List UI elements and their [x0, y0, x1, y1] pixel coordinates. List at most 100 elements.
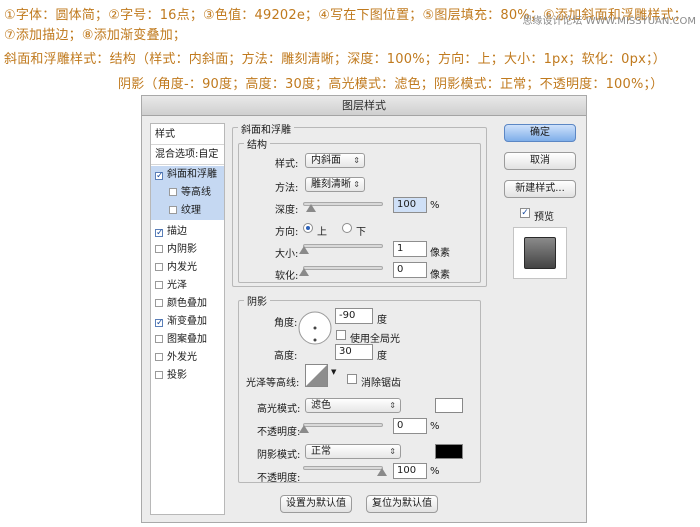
instruction-line-2: ⑦添加描边；⑧添加渐变叠加；	[4, 28, 187, 43]
highlight-opacity-input[interactable]: 0	[393, 418, 427, 434]
checkbox-icon[interactable]	[155, 245, 163, 253]
bevel-group-title: 斜面和浮雕	[238, 121, 294, 136]
style-item-stroke[interactable]: ✓ 描边	[151, 223, 224, 241]
shadow-opacity-unit: %	[430, 466, 440, 477]
shading-group-title: 阴影	[244, 293, 270, 308]
shadow-mode-label: 阴影模式:	[257, 450, 301, 461]
dialog-title: 图层样式	[142, 96, 586, 116]
altitude-label: 高度:	[274, 351, 298, 362]
style-preview	[513, 227, 567, 279]
shadow-opacity-label: 不透明度:	[257, 473, 301, 484]
style-item-outer-glow[interactable]: 外发光	[151, 349, 224, 367]
checkbox-icon[interactable]	[155, 263, 163, 271]
highlight-opacity-slider[interactable]	[303, 423, 383, 427]
gloss-contour-label: 光泽等高线:	[246, 378, 300, 389]
checkbox-icon[interactable]	[155, 371, 163, 379]
direction-up-label: 上	[317, 227, 327, 238]
depth-label: 深度:	[275, 205, 299, 216]
antialias-label: 消除锯齿	[361, 378, 401, 389]
style-select[interactable]: 内斜面 ⇕	[305, 153, 365, 168]
soften-label: 软化:	[275, 271, 299, 282]
preview-label: 预览	[534, 212, 554, 223]
direction-down-radio[interactable]	[342, 223, 352, 233]
global-light-label: 使用全局光	[350, 334, 400, 345]
soften-input[interactable]: 0	[393, 262, 427, 278]
size-input[interactable]: 1	[393, 241, 427, 257]
style-item-contour[interactable]: 等高线	[151, 184, 224, 202]
highlight-mode-label: 高光模式:	[257, 404, 301, 415]
style-item-inner-shadow[interactable]: 内阴影	[151, 241, 224, 259]
layer-style-dialog: 图层样式 样式 混合选项:自定 ✓ 斜面和浮雕 等高线 纹理 ✓ 描边 内阴影 内发…	[141, 95, 587, 523]
style-item-inner-glow[interactable]: 内发光	[151, 259, 224, 277]
shadow-opacity-slider[interactable]	[303, 466, 383, 470]
shadow-opacity-input[interactable]: 100	[393, 463, 427, 479]
direction-down-label: 下	[356, 227, 366, 238]
new-style-button[interactable]: 新建样式...	[504, 180, 576, 198]
preview-checkbox[interactable]: ✓	[520, 208, 530, 218]
direction-up-radio[interactable]	[303, 223, 313, 233]
checkbox-icon[interactable]: ✓	[155, 172, 164, 181]
highlight-opacity-label: 不透明度:	[257, 427, 301, 438]
updown-icon: ⇕	[389, 447, 396, 456]
angle-dial-icon[interactable]	[297, 310, 333, 346]
checkbox-icon[interactable]	[155, 353, 163, 361]
checkbox-icon[interactable]: ✓	[155, 229, 164, 238]
checkbox-icon[interactable]	[155, 335, 163, 343]
style-item-gradient-overlay[interactable]: ✓ 渐变叠加	[151, 313, 224, 331]
highlight-color-swatch[interactable]	[435, 398, 463, 413]
size-slider-knob[interactable]	[299, 246, 309, 254]
style-item-drop-shadow[interactable]: 投影	[151, 367, 224, 385]
instruction-line-4: 阴影（角度-：90度；高度：30度；高光模式：滤色；阴影模式：正常；不透明度：1…	[118, 77, 664, 92]
depth-input[interactable]: 100	[393, 197, 427, 213]
style-label: 样式:	[275, 159, 299, 170]
blend-options-item[interactable]: 混合选项:自定	[151, 146, 224, 164]
style-item-bevel[interactable]: ✓ 斜面和浮雕	[151, 166, 224, 184]
highlight-opacity-knob[interactable]	[299, 425, 309, 433]
angle-label: 角度:	[274, 318, 298, 329]
styles-list: 样式 混合选项:自定 ✓ 斜面和浮雕 等高线 纹理 ✓ 描边 内阴影 内发光 光泽 …	[150, 123, 225, 515]
soften-slider-knob[interactable]	[299, 268, 309, 276]
cancel-button[interactable]: 取消	[504, 152, 576, 170]
direction-label: 方向:	[275, 227, 299, 238]
global-light-checkbox[interactable]	[336, 330, 346, 340]
angle-unit: 度	[377, 315, 387, 326]
antialias-checkbox[interactable]	[347, 374, 357, 384]
highlight-mode-select[interactable]: 滤色 ⇕	[305, 398, 401, 413]
updown-icon: ⇕	[389, 401, 396, 410]
reset-default-button[interactable]: 复位为默认值	[366, 495, 438, 513]
size-unit: 像素	[430, 248, 450, 259]
technique-label: 方法:	[275, 183, 299, 194]
highlight-opacity-unit: %	[430, 421, 440, 432]
checkbox-icon[interactable]: ✓	[155, 319, 164, 328]
checkbox-icon[interactable]	[155, 299, 163, 307]
style-item-pattern-overlay[interactable]: 图案叠加	[151, 331, 224, 349]
styles-list-header: 样式	[155, 129, 175, 140]
size-slider[interactable]	[303, 244, 383, 248]
instruction-line-3: 斜面和浮雕样式：结构（样式：内斜面；方法：雕刻清晰；深度：100%；方向：上；大…	[4, 52, 666, 67]
make-default-button[interactable]: 设置为默认值	[280, 495, 352, 513]
style-item-satin[interactable]: 光泽	[151, 277, 224, 295]
preview-swatch	[524, 237, 556, 269]
size-label: 大小:	[275, 249, 299, 260]
checkbox-icon[interactable]	[169, 206, 177, 214]
style-item-texture[interactable]: 纹理	[151, 202, 224, 220]
technique-select[interactable]: 雕刻清晰 ⇕	[305, 177, 365, 192]
shadow-color-swatch[interactable]	[435, 444, 463, 459]
soften-slider[interactable]	[303, 266, 383, 270]
updown-icon: ⇕	[353, 156, 360, 165]
depth-slider-knob[interactable]	[306, 204, 316, 212]
checkbox-icon[interactable]	[155, 281, 163, 289]
caret-down-icon[interactable]: ▼	[331, 368, 336, 376]
checkbox-icon[interactable]	[169, 188, 177, 196]
ok-button[interactable]: 确定	[504, 124, 576, 142]
shadow-opacity-knob[interactable]	[377, 468, 387, 476]
soften-unit: 像素	[430, 270, 450, 281]
shadow-mode-select[interactable]: 正常 ⇕	[305, 444, 401, 459]
altitude-unit: 度	[377, 351, 387, 362]
gloss-contour-icon[interactable]	[305, 364, 329, 388]
altitude-input[interactable]: 30	[335, 344, 373, 360]
depth-unit: %	[430, 200, 440, 211]
angle-input[interactable]: -90	[335, 308, 373, 324]
style-item-color-overlay[interactable]: 颜色叠加	[151, 295, 224, 313]
instruction-line-1: ①字体：圆体简；②字号：16点；③色值：49202e；④写在下图位置；⑤图层填充…	[4, 8, 687, 23]
